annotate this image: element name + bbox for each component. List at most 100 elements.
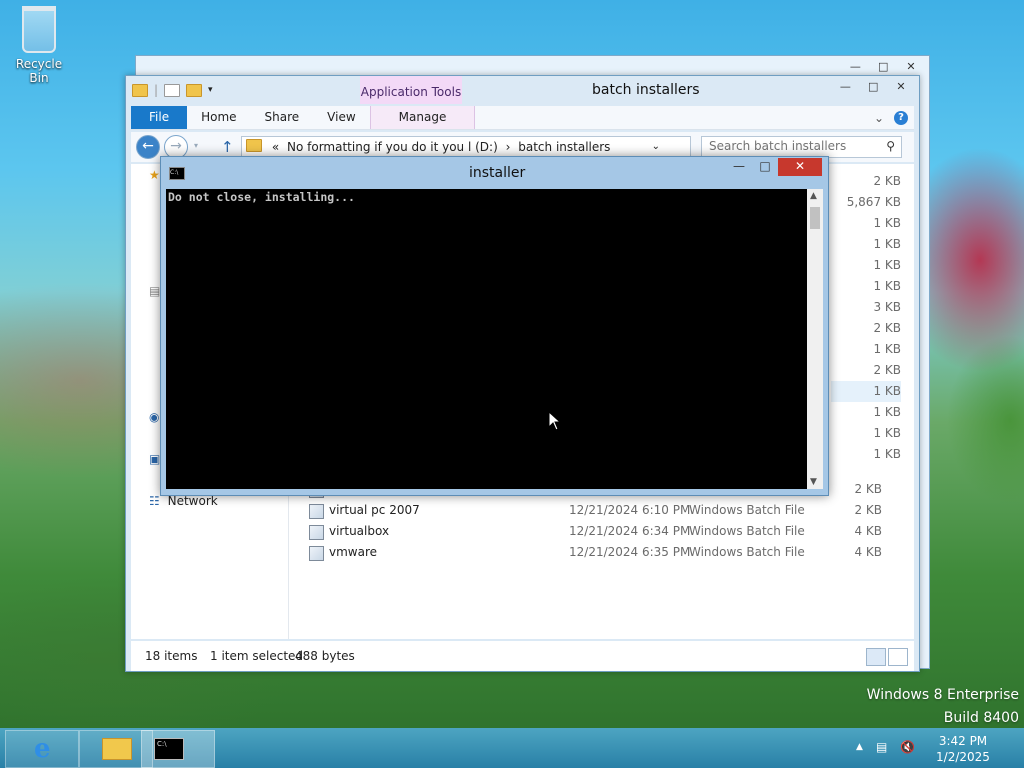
recycle-bin-label: Recycle Bin: [15, 57, 63, 85]
selection-count: 1 item selected: [210, 649, 304, 663]
console-line: Do not close, installing...: [168, 190, 355, 204]
address-dropdown-icon[interactable]: ⌄: [652, 137, 660, 157]
ribbon-tabs: File Home Share View Manage ⌄ ?: [131, 106, 914, 130]
clock-date: 1/2/2025: [936, 750, 990, 764]
file-type: Windows Batch File: [689, 545, 805, 559]
scroll-up-icon[interactable]: ▲: [810, 191, 817, 201]
folder-icon: [246, 139, 262, 152]
console-title: installer: [469, 165, 526, 181]
libraries-icon[interactable]: ▤: [149, 284, 160, 298]
minimize-icon[interactable]: —: [726, 158, 752, 176]
file-size: 4 KB: [854, 524, 882, 538]
breadcrumb-folder[interactable]: batch installers: [514, 140, 610, 154]
size-cell: 1 KB: [873, 258, 901, 272]
clock-time: 3:42 PM: [938, 734, 988, 748]
size-cell: 1 KB: [873, 237, 901, 251]
properties-icon[interactable]: [164, 83, 181, 97]
tab-share[interactable]: Share: [251, 106, 314, 129]
help-icon[interactable]: ?: [894, 110, 908, 125]
homegroup-icon[interactable]: ◉: [149, 410, 159, 424]
address-overflow[interactable]: «: [272, 140, 279, 154]
tab-file[interactable]: File: [131, 106, 188, 129]
breadcrumb-separator[interactable]: ›: [502, 140, 511, 154]
quick-access-toolbar: | ▾: [132, 83, 213, 97]
item-count: 18 items: [145, 649, 198, 663]
maximize-icon[interactable]: □: [752, 158, 778, 176]
size-cell: 1 KB: [873, 405, 901, 419]
computer-icon[interactable]: ▣: [149, 452, 160, 466]
console-output[interactable]: Do not close, installing...: [166, 189, 807, 489]
nav-item-network[interactable]: ☷ Network: [149, 494, 218, 508]
maximize-icon[interactable]: □: [871, 60, 895, 75]
file-size: 2 KB: [854, 503, 882, 517]
taskbar-internet-explorer[interactable]: e: [5, 730, 79, 768]
clock[interactable]: 3:42 PM 1/2/2025: [926, 733, 1000, 765]
minimize-icon[interactable]: —: [833, 80, 857, 95]
file-row[interactable]: vmware 12/21/2024 6:35 PM Windows Batch …: [304, 542, 894, 563]
size-cell: 2 KB: [873, 174, 901, 188]
size-cell: 1 KB: [873, 216, 901, 230]
network-status-icon[interactable]: ▤: [876, 740, 887, 754]
show-hidden-icons-icon[interactable]: ▲: [856, 742, 863, 752]
file-date: 12/21/2024 6:34 PM: [569, 524, 691, 538]
mouse-cursor-icon: [548, 411, 562, 431]
scrollbar-thumb[interactable]: [810, 207, 820, 229]
taskbar: e C:\ ▲ ▤ 🔇 3:42 PM 1/2/2025: [0, 728, 1024, 768]
console-scrollbar[interactable]: ▲ ▼: [807, 189, 823, 489]
size-cell: 1 KB: [873, 279, 901, 293]
new-folder-icon[interactable]: [186, 83, 203, 97]
maximize-icon[interactable]: □: [861, 80, 885, 95]
size-cell: 1 KB: [873, 426, 901, 440]
close-icon[interactable]: ✕: [889, 80, 913, 95]
file-size: 4 KB: [854, 545, 882, 559]
window-title: batch installers: [592, 82, 700, 98]
size-cell-selected: 1 KB: [831, 381, 901, 402]
search-box[interactable]: ⚲: [701, 136, 902, 158]
minimize-icon[interactable]: —: [843, 60, 867, 75]
file-explorer-icon: [102, 738, 132, 760]
file-row[interactable]: virtualbox 12/21/2024 6:34 PM Windows Ba…: [304, 521, 894, 542]
volume-muted-icon[interactable]: 🔇: [900, 740, 915, 754]
explorer-titlebar[interactable]: | ▾ Application Tools batch installers —…: [126, 76, 919, 104]
search-input[interactable]: [702, 137, 879, 155]
close-icon[interactable]: ✕: [899, 60, 923, 75]
console-app-icon: C:\: [169, 167, 185, 180]
file-size: 2 KB: [854, 482, 882, 496]
expand-ribbon-icon[interactable]: ⌄: [874, 111, 884, 125]
recycle-bin-shortcut[interactable]: Recycle Bin: [6, 6, 72, 85]
file-type: Windows Batch File: [689, 524, 805, 538]
file-name: virtual pc 2007: [329, 503, 420, 517]
scroll-down-icon[interactable]: ▼: [810, 477, 817, 487]
watermark-build: Build 8400: [943, 710, 1019, 726]
file-row[interactable]: virtual pc 2007 12/21/2024 6:10 PM Windo…: [304, 500, 894, 521]
tab-manage[interactable]: Manage: [369, 106, 476, 129]
tab-home[interactable]: Home: [187, 106, 250, 129]
tab-view[interactable]: View: [313, 106, 369, 129]
build-watermark: Windows 8 Enterprise Build 8400: [867, 684, 1019, 730]
batch-file-icon: [309, 525, 324, 540]
up-arrow-icon[interactable]: ↑: [221, 138, 234, 156]
file-date: 12/21/2024 6:10 PM: [569, 503, 691, 517]
file-date: 12/21/2024 6:35 PM: [569, 545, 691, 559]
back-button[interactable]: ←: [136, 135, 160, 159]
large-icons-view-icon[interactable]: [888, 648, 908, 666]
customize-toolbar-icon[interactable]: ▾: [208, 85, 213, 95]
size-cell: 2 KB: [873, 363, 901, 377]
details-view-icon[interactable]: [866, 648, 886, 666]
taskbar-command-prompt[interactable]: C:\: [141, 730, 215, 768]
breadcrumb-drive[interactable]: No formatting if you do it you l (D:): [283, 140, 498, 154]
nav-item-label: Network: [167, 494, 218, 508]
batch-file-icon: [309, 546, 324, 561]
recent-locations-icon[interactable]: ▾: [194, 141, 198, 150]
search-icon[interactable]: ⚲: [886, 139, 895, 153]
console-window[interactable]: C:\ installer — □ ✕ Do not close, instal…: [160, 156, 829, 496]
recycle-bin-icon: [22, 6, 56, 53]
size-cell: 2 KB: [873, 321, 901, 335]
favorites-star-icon[interactable]: ★: [149, 168, 160, 182]
file-name: virtualbox: [329, 524, 390, 538]
address-bar[interactable]: « No formatting if you do it you l (D:) …: [241, 136, 691, 158]
close-button[interactable]: ✕: [778, 158, 822, 176]
file-name: vmware: [329, 545, 378, 559]
internet-explorer-icon: e: [34, 734, 51, 764]
size-cell: 3 KB: [873, 300, 901, 314]
